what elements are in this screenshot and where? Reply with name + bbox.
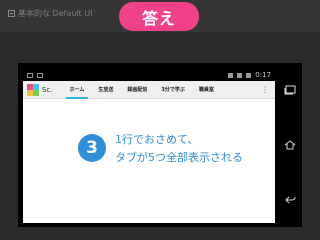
phone-device: 0:17 Sc. ホーム 生放送 録画配信 3分で学ぶ 職員室 ⋮ 3 1行でお… — [18, 63, 302, 227]
home-icon[interactable] — [284, 140, 296, 150]
tab-3min[interactable]: 3分で学ぶ — [154, 81, 191, 99]
tab-recorded[interactable]: 録画配信 — [120, 81, 154, 99]
signal-icon — [237, 72, 243, 78]
content-text-line-2: タブが5つ全部表示される — [115, 151, 243, 164]
tab-live[interactable]: 生放送 — [91, 81, 120, 99]
wifi-icon — [228, 72, 234, 78]
tab-staff-room[interactable]: 職員室 — [192, 81, 221, 99]
action-bar: Sc. ホーム 生放送 録画配信 3分で学ぶ 職員室 ⋮ — [23, 81, 275, 99]
step-number-badge: 3 — [78, 134, 106, 162]
overflow-menu-icon[interactable]: ⋮ — [261, 85, 269, 94]
phone-screen: 0:17 Sc. ホーム 生放送 録画配信 3分で学ぶ 職員室 ⋮ 3 1行でお… — [23, 69, 275, 223]
app-name: Sc. — [42, 85, 53, 94]
status-bar: 0:17 — [23, 69, 275, 81]
recent-apps-icon[interactable] — [284, 85, 296, 95]
app-logo-icon[interactable] — [27, 83, 39, 96]
slide-title-row: 基本的な Default UI — [8, 8, 93, 19]
navigation-bar — [278, 63, 302, 227]
notification-icon — [27, 72, 33, 78]
status-time: 0:17 — [255, 71, 271, 79]
content-text-line-1: 1行でおさめて、 — [115, 133, 199, 146]
document-icon — [8, 10, 15, 17]
slide-title: 基本的な Default UI — [18, 9, 93, 18]
back-icon[interactable] — [284, 195, 296, 205]
answer-badge: 答え — [119, 2, 199, 31]
tab-home[interactable]: ホーム — [63, 81, 92, 99]
battery-icon — [246, 72, 252, 78]
notification-icon — [37, 72, 43, 78]
